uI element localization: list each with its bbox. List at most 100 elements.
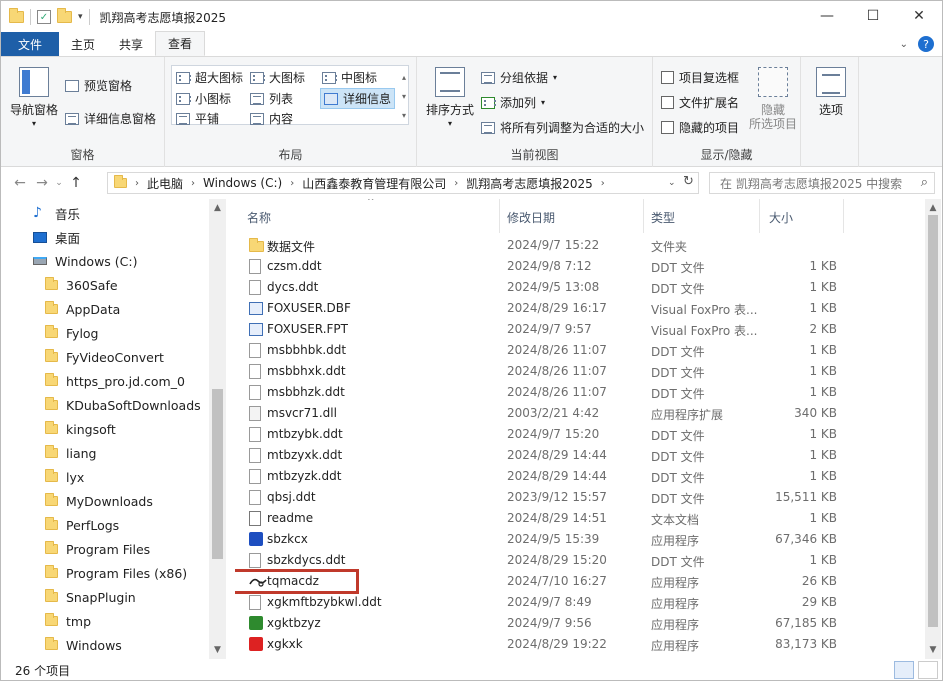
table-row[interactable]: dycs.ddt 2024/9/5 13:08 DDT 文件 1 KB [235,277,925,298]
layout-details[interactable]: 详细信息 [320,88,396,109]
file-ext-toggle[interactable]: 文件扩展名 [661,94,739,111]
divider[interactable] [759,199,760,233]
breadcrumb-item[interactable]: Windows (C:) [203,176,282,190]
nav-item-folder[interactable]: lyx [45,465,84,489]
refresh-icon[interactable]: ↻ [683,174,694,189]
hide-selected-button[interactable]: 隐藏 所选项目 [747,67,799,131]
nav-item-folder[interactable]: https_pro.jd.com_0 [45,369,185,393]
checkbox[interactable] [661,121,674,134]
address-bar[interactable]: › 此电脑 › Windows (C:) › 山西鑫泰教育管理有限公司 › 凯翔… [107,172,699,194]
table-row[interactable]: sbzkdycs.ddt 2024/8/29 15:20 DDT 文件 1 KB [235,550,925,571]
add-column-button[interactable]: 添加列 ▾ [481,94,545,111]
nav-item-drive-c[interactable]: Windows (C:) [33,249,137,273]
nav-item-folder[interactable]: 360Safe [45,273,118,297]
nav-item-folder[interactable]: KDubaSoftDownloads [45,393,201,417]
tab-share[interactable]: 共享 [107,32,155,56]
scroll-thumb[interactable] [928,215,938,627]
layout-list[interactable]: 列表 [250,90,293,107]
table-row[interactable]: msbbhzk.ddt 2024/8/26 11:07 DDT 文件 1 KB [235,382,925,403]
table-row[interactable]: xgkxk 2024/8/29 19:22 应用程序 83,173 KB [235,634,925,655]
help-icon[interactable]: ? [918,36,934,52]
scroll-down-icon[interactable]: ▼ [925,645,941,655]
group-by-button[interactable]: 分组依据 ▾ [481,69,557,86]
up-arrow-icon[interactable]: ↑ [65,175,87,191]
breadcrumb-item[interactable]: 凯翔高考志愿填报2025 [466,175,593,192]
preview-pane-button[interactable]: 预览窗格 [65,77,132,94]
column-date[interactable]: 修改日期 [507,209,555,226]
table-row[interactable]: msbbhbk.ddt 2024/8/26 11:07 DDT 文件 1 KB [235,340,925,361]
nav-item-folder[interactable]: MyDownloads [45,489,153,513]
nav-item-folder[interactable]: Windows [45,633,122,657]
checkbox[interactable] [661,96,674,109]
nav-item-folder[interactable]: tmp [45,609,91,633]
details-pane-button[interactable]: 详细信息窗格 [65,110,156,127]
scroll-up-icon[interactable]: ▲ [209,203,226,213]
table-row[interactable]: mtbzybk.ddt 2024/9/7 15:20 DDT 文件 1 KB [235,424,925,445]
nav-item-folder[interactable]: Program Files [45,537,150,561]
layout-large-icons[interactable]: 大图标 [250,69,305,86]
checkbox[interactable] [661,71,674,84]
chevron-right-icon[interactable]: › [191,178,195,189]
table-row[interactable]: FOXUSER.FPT 2024/9/7 9:57 Visual FoxPro 表.… [235,319,925,340]
table-row[interactable]: qbsj.ddt 2023/9/12 15:57 DDT 文件 15,511 KB [235,487,925,508]
layout-small-icons[interactable]: 小图标 [176,90,231,107]
properties-icon[interactable]: ✓ [37,10,51,24]
address-dropdown-icon[interactable]: ⌄ [668,178,676,188]
table-row[interactable]: sbzkcx 2024/9/5 15:39 应用程序 67,346 KB [235,529,925,550]
table-row[interactable]: mtbzyzk.ddt 2024/8/29 14:44 DDT 文件 1 KB [235,466,925,487]
forward-arrow-icon[interactable]: → [31,175,53,191]
search-input[interactable]: 在 凯翔高考志愿填报2025 中搜索 ⌕ [709,172,935,194]
table-row[interactable]: tqmacdz 2024/7/10 16:27 应用程序 26 KB [235,569,925,594]
table-row[interactable]: czsm.ddt 2024/9/8 7:12 DDT 文件 1 KB [235,256,925,277]
back-arrow-icon[interactable]: ← [9,175,31,191]
nav-item-folder[interactable]: kingsoft [45,417,116,441]
recent-chevron-icon[interactable]: ⌄ [53,178,65,188]
divider[interactable] [843,199,844,233]
nav-item-music[interactable]: ♪ 音乐 [33,201,80,225]
item-checkbox-toggle[interactable]: 项目复选框 [661,69,739,86]
layout-medium-icons[interactable]: 中图标 [322,69,377,86]
column-type[interactable]: 类型 [651,209,675,226]
layout-extra-large-icons[interactable]: 超大图标 [176,69,243,86]
nav-item-desktop[interactable]: 桌面 [33,225,80,249]
table-row[interactable]: xgktbzyz 2024/9/7 9:56 应用程序 67,185 KB [235,613,925,634]
sort-by-button[interactable]: 排序方式 ▾ [425,67,475,131]
file-list-scrollbar[interactable]: ▲ ▼ [925,199,941,659]
table-row[interactable]: readme 2024/8/29 14:51 文本文档 1 KB [235,508,925,529]
divider[interactable] [643,199,644,233]
table-row[interactable]: msbbhxk.ddt 2024/8/26 11:07 DDT 文件 1 KB [235,361,925,382]
breadcrumb-item[interactable]: 山西鑫泰教育管理有限公司 [302,175,446,192]
new-folder-icon[interactable] [57,8,72,23]
nav-item-folder[interactable]: liang [45,441,96,465]
close-button[interactable]: ✕ [896,1,942,31]
layout-tiles[interactable]: 平铺 [176,110,219,127]
nav-pane-scrollbar[interactable]: ▲ ▼ [209,199,226,659]
maximize-button[interactable]: ☐ [850,1,896,31]
minimize-button[interactable]: — [804,1,850,31]
table-row[interactable]: mtbzyxk.ddt 2024/8/29 14:44 DDT 文件 1 KB [235,445,925,466]
chevron-down-icon[interactable]: ▾ [78,12,83,22]
fit-columns-button[interactable]: 将所有列调整为合适的大小 [481,119,644,136]
table-row[interactable]: 数据文件 2024/9/7 15:22 文件夹 [235,235,925,256]
tab-file[interactable]: 文件 [1,32,59,56]
scroll-thumb[interactable] [212,389,223,559]
layout-content[interactable]: 内容 [250,110,293,127]
chevron-right-icon[interactable]: › [290,178,294,189]
column-size[interactable]: 大小 [769,209,793,226]
hidden-items-toggle[interactable]: 隐藏的项目 [661,119,739,136]
tab-home[interactable]: 主页 [59,32,107,56]
table-row[interactable]: FOXUSER.DBF 2024/8/29 16:17 Visual FoxPro … [235,298,925,319]
search-icon[interactable]: ⌕ [921,175,928,190]
nav-pane-button[interactable]: 导航窗格 ▾ [7,67,61,131]
divider[interactable] [499,199,500,233]
table-row[interactable]: msvcr71.dll 2003/2/21 4:42 应用程序扩展 340 KB [235,403,925,424]
nav-item-folder[interactable]: Fylog [45,321,99,345]
chevron-right-icon[interactable]: › [454,178,458,189]
gallery-scroll[interactable]: ▴ ▾ ▾ [402,68,406,125]
table-row[interactable]: xgkmftbzybkwl.ddt 2024/9/7 8:49 应用程序 29 KB [235,592,925,613]
large-icons-view-icon[interactable] [918,661,938,679]
tab-view[interactable]: 查看 [155,31,206,56]
scroll-down-icon[interactable]: ▼ [209,645,226,655]
chevron-right-icon[interactable]: › [601,178,605,189]
nav-item-folder[interactable]: SnapPlugin [45,585,136,609]
